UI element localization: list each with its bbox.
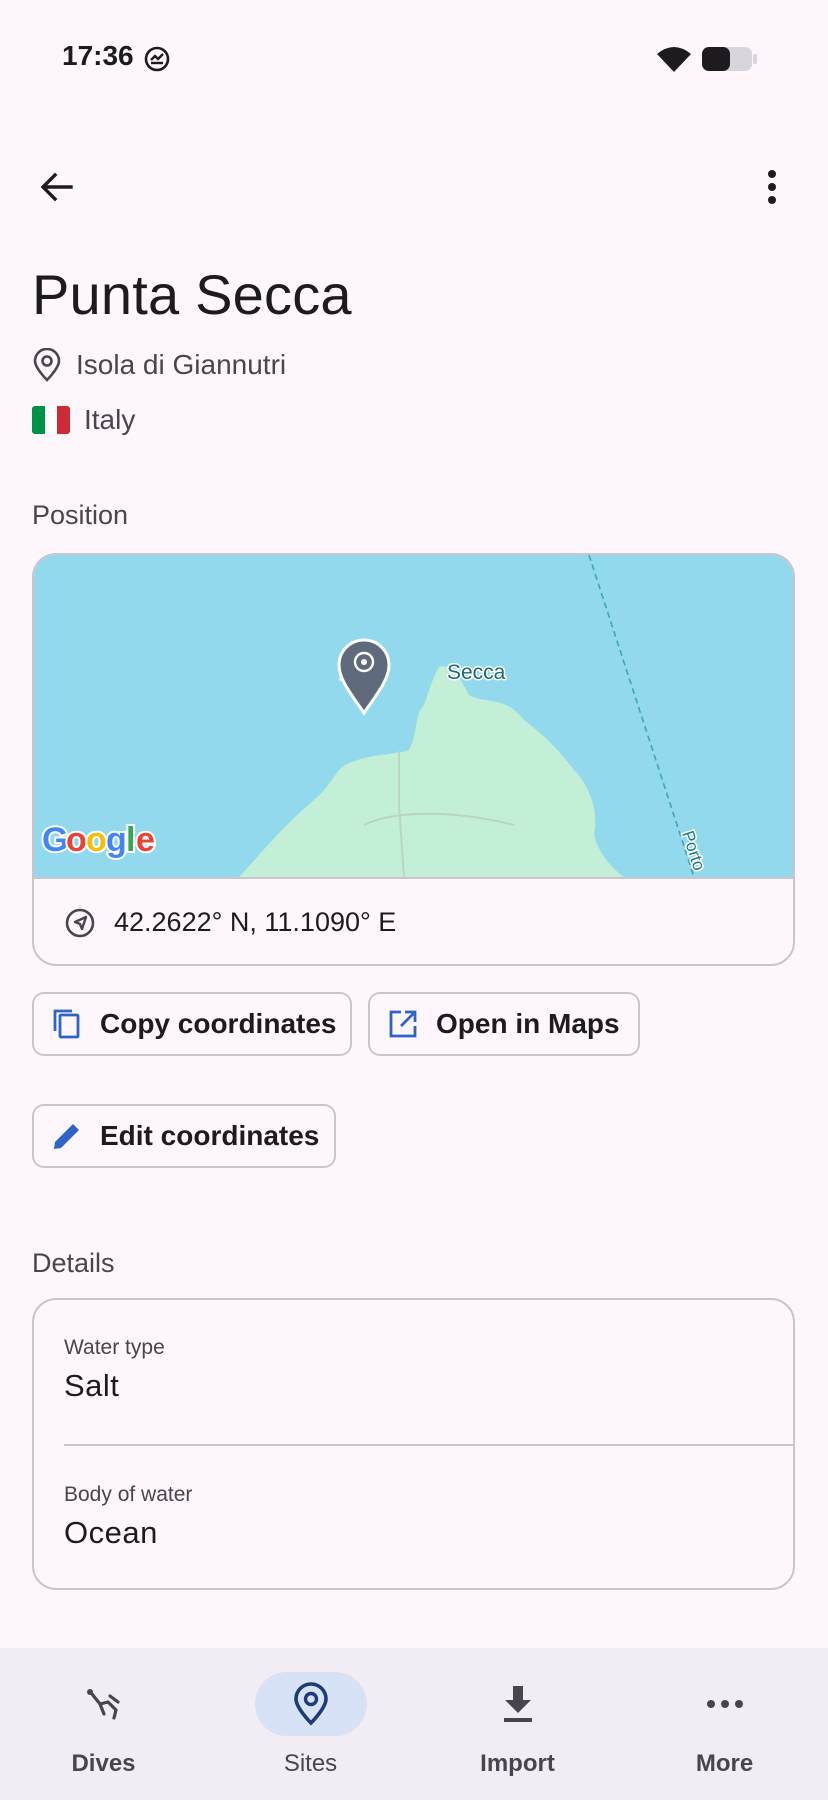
svg-text:o: o [66,821,87,859]
back-button[interactable] [30,160,84,214]
download-icon [503,1686,532,1722]
edit-coordinates-label: Edit coordinates [100,1120,320,1151]
italy-flag-icon [32,406,70,434]
map-route-label: Porto [678,828,709,873]
arrow-back-icon [40,172,73,202]
open-external-icon [389,1010,417,1038]
status-time: 17:36 [62,40,134,71]
google-logo: G o o g l e [40,819,157,861]
detail-water-type: Water type Salt [64,1336,165,1404]
bottom-navigation: Dives Sites Import More [0,1648,828,1800]
site-location-text: Isola di Giannutri [76,349,287,380]
nav-item-sites[interactable]: Sites [207,1648,414,1800]
svg-text:e: e [136,821,155,859]
nav-item-import[interactable]: Import [414,1648,621,1800]
detail-label: Body of water [64,1483,193,1506]
nav-item-more[interactable]: More [621,1648,828,1800]
status-bar: 17:36 [0,0,828,116]
copy-coordinates-button[interactable]: Copy coordinates [32,992,352,1056]
detail-value: Ocean [64,1515,158,1550]
location-pin-icon [33,348,61,382]
nav-label-import: Import [480,1750,555,1777]
coordinates-text: 42.2622° N, 11.1090° E [114,907,397,937]
site-country-text: Italy [84,404,136,435]
battery-icon [702,47,757,71]
site-country: Italy [32,404,135,436]
svg-text:G: G [42,821,68,859]
pencil-icon [54,1124,79,1149]
svg-text:o: o [86,821,107,859]
location-pin-icon [293,1682,328,1726]
detail-body-of-water: Body of water Ocean [64,1483,192,1551]
top-app-bar [0,140,828,220]
open-in-maps-label: Open in Maps [436,1008,620,1039]
sync-icon [144,46,170,72]
details-section-label: Details [32,1248,115,1278]
divider [64,1444,793,1446]
more-vertical-icon [768,170,776,204]
navigation-arrow-icon [65,908,95,937]
copy-icon [53,1009,80,1039]
more-horizontal-icon [706,1700,743,1708]
nav-label-sites: Sites [283,1750,338,1777]
svg-text:g: g [106,821,127,859]
nav-label-dives: Dives [71,1750,136,1777]
wifi-icon [657,47,691,72]
diver-icon [86,1689,120,1720]
open-in-maps-button[interactable]: Open in Maps [368,992,640,1056]
details-card: Water type Salt Body of water Ocean [32,1298,795,1590]
site-location: Isola di Giannutri [32,348,286,382]
map-place-label: Secca [447,661,506,684]
overflow-menu-button[interactable] [745,160,799,214]
nav-label-more: More [695,1750,754,1777]
position-section-label: Position [32,500,129,530]
detail-value: Salt [64,1368,120,1403]
edit-coordinates-button[interactable]: Edit coordinates [32,1104,336,1168]
map-marker-icon[interactable] [337,638,391,716]
map-card: G o o g l e Secca I Porto 42.2622° [32,553,795,966]
copy-coordinates-label: Copy coordinates [100,1008,337,1039]
coordinates-row: 42.2622° N, 11.1090° E [34,877,793,964]
svg-text:l: l [126,821,135,859]
site-title: Punta Secca [32,263,352,326]
nav-item-dives[interactable]: Dives [0,1648,207,1800]
map-view[interactable]: G o o g l e Secca I Porto [34,555,793,877]
detail-label: Water type [64,1336,165,1359]
